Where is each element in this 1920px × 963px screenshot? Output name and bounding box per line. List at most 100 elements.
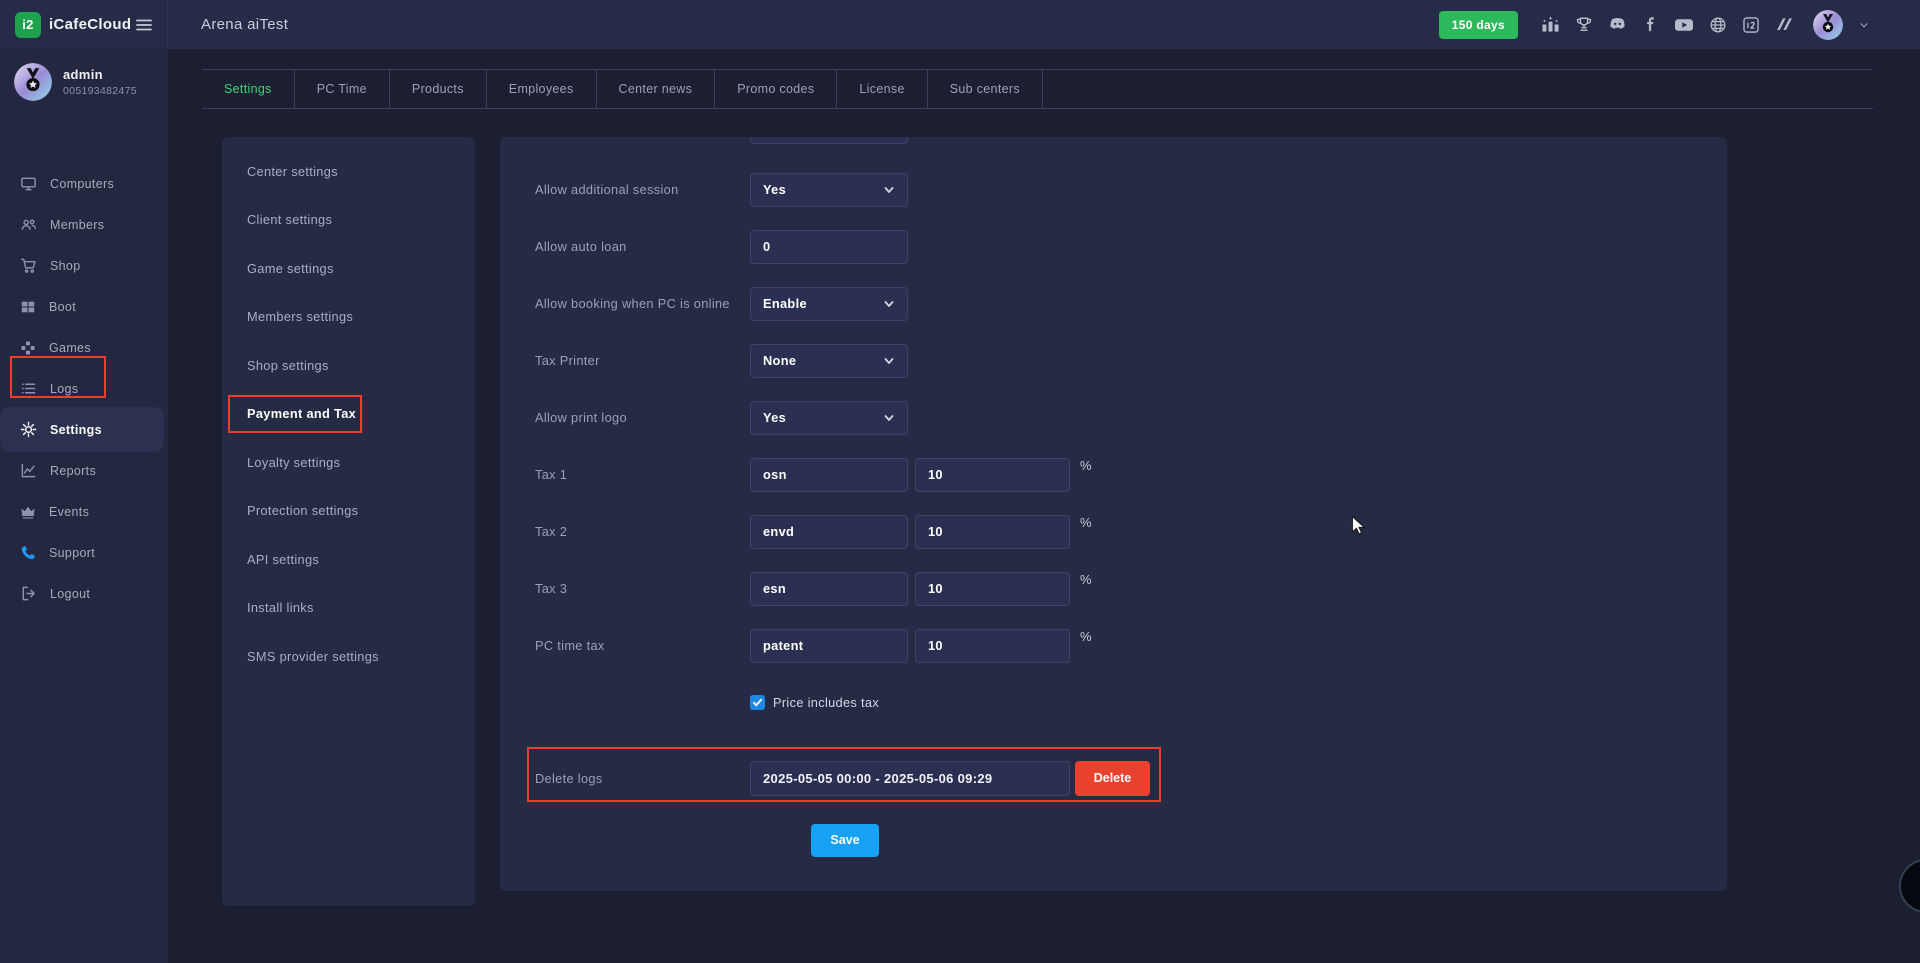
sidebar-item-label: Logs (50, 382, 78, 396)
games-icon (20, 340, 36, 356)
ranking-icon[interactable] (1541, 15, 1560, 34)
facebook-icon[interactable] (1642, 16, 1659, 33)
sidebar-item-boot[interactable]: Boot (0, 286, 168, 327)
sidebar-item-reports[interactable]: Reports (0, 450, 168, 491)
tax-printer-select[interactable]: None (750, 344, 908, 378)
settings-menu-protection-settings[interactable]: Protection settings (222, 487, 475, 536)
avatar[interactable] (1813, 10, 1843, 40)
field-label: Tax 2 (535, 524, 750, 539)
form-row: Allow print logoYes (500, 389, 1727, 446)
chevron-down-icon (883, 184, 895, 196)
allow-additional-session-select[interactable]: Yes (750, 173, 908, 207)
user-block[interactable]: admin 005193482475 (0, 49, 168, 111)
allow-print-logo-select[interactable]: Yes (750, 401, 908, 435)
price-includes-tax-checkbox[interactable] (750, 695, 765, 710)
tax-2-name-input[interactable]: envd (750, 515, 908, 549)
sidebar-item-logs[interactable]: Logs (0, 368, 168, 409)
tax-1-rate-input[interactable]: 10 (915, 458, 1070, 492)
form-row: Tax 3esn10% (500, 560, 1727, 617)
user-name: admin (63, 67, 137, 82)
stripes-icon[interactable] (1775, 15, 1794, 34)
field-label: Allow booking when PC is online (535, 296, 750, 311)
sidebar-item-label: Members (50, 218, 104, 232)
logo-glyph: i2 (22, 17, 33, 32)
sidebar-item-computers[interactable]: Computers (0, 163, 168, 204)
chat-expand-button[interactable] (1899, 859, 1920, 913)
field-label: Tax 1 (535, 467, 750, 482)
chevron-down-icon (883, 298, 895, 310)
settings-submenu-card: Center settingsClient settingsGame setti… (222, 137, 475, 906)
sidebar-item-settings[interactable]: Settings (0, 407, 164, 452)
globe-icon[interactable] (1709, 16, 1727, 34)
cut-off-field[interactable] (750, 137, 908, 144)
pc-time-tax-name-input[interactable]: patent (750, 629, 908, 663)
price-includes-tax-row: Price includes tax (500, 674, 1727, 731)
tax-2-rate-input[interactable]: 10 (915, 515, 1070, 549)
tab-license[interactable]: License (837, 70, 927, 108)
settings-menu-sms-provider-settings[interactable]: SMS provider settings (222, 632, 475, 681)
chevron-down-icon (883, 412, 895, 424)
field-label: Tax 3 (535, 581, 750, 596)
selected-value: Yes (763, 182, 786, 197)
settings-menu-api-settings[interactable]: API settings (222, 535, 475, 584)
trophy-icon[interactable] (1575, 16, 1593, 34)
discord-icon[interactable] (1608, 15, 1627, 34)
tab-settings[interactable]: Settings (202, 70, 295, 108)
delete-logs-range-input[interactable]: 2025-05-05 00:00 - 2025-05-06 09:29 (750, 761, 1070, 796)
tab-sub-centers[interactable]: Sub centers (928, 70, 1043, 108)
chevron-down-icon[interactable] (1858, 19, 1870, 31)
field-label: PC time tax (535, 638, 750, 653)
license-days-badge[interactable]: 150 days (1439, 11, 1518, 39)
settings-menu-payment-and-tax[interactable]: Payment and Tax (222, 390, 475, 439)
selected-value: Yes (763, 410, 786, 425)
sidebar-item-label: Shop (50, 259, 80, 273)
settings-menu-client-settings[interactable]: Client settings (222, 196, 475, 245)
user-avatar (14, 63, 52, 101)
settings-menu-loyalty-settings[interactable]: Loyalty settings (222, 438, 475, 487)
settings-menu-game-settings[interactable]: Game settings (222, 244, 475, 293)
icafecloud-logo[interactable]: i2 (15, 12, 41, 38)
brand-name: iCafeCloud (49, 16, 135, 33)
tab-center-news[interactable]: Center news (597, 70, 716, 108)
youtube-icon[interactable] (1674, 15, 1694, 35)
tab-pc-time[interactable]: PC Time (295, 70, 390, 108)
tax-3-rate-input[interactable]: 10 (915, 572, 1070, 606)
settings-icon (20, 421, 37, 438)
percent-suffix: % (1080, 572, 1092, 587)
sidebar-item-label: Computers (50, 177, 114, 191)
sidebar-item-label: Games (49, 341, 91, 355)
settings-menu-shop-settings[interactable]: Shop settings (222, 341, 475, 390)
sidebar-item-members[interactable]: Members (0, 204, 168, 245)
sidebar-item-events[interactable]: Events (0, 491, 168, 532)
allow-booking-when-pc-is-online-select[interactable]: Enable (750, 287, 908, 321)
sidebar-item-shop[interactable]: Shop (0, 245, 168, 286)
delete-button[interactable]: Delete (1075, 761, 1150, 796)
settings-menu-center-settings[interactable]: Center settings (222, 147, 475, 196)
sidebar-item-logout[interactable]: Logout (0, 573, 168, 614)
form-row: PC time taxpatent10% (500, 617, 1727, 674)
sidebar-item-support[interactable]: Support (0, 532, 168, 573)
tax-1-name-input[interactable]: osn (750, 458, 908, 492)
settings-menu-install-links[interactable]: Install links (222, 584, 475, 633)
hamburger-menu-icon[interactable] (135, 16, 153, 34)
selected-value: None (763, 353, 796, 368)
settings-menu-members-settings[interactable]: Members settings (222, 293, 475, 342)
reports-icon (20, 462, 37, 479)
sidebar-item-games[interactable]: Games (0, 327, 168, 368)
field-label: Allow additional session (535, 182, 750, 197)
percent-suffix: % (1080, 515, 1092, 530)
form-row: Tax 2envd10% (500, 503, 1727, 560)
pc-time-tax-rate-input[interactable]: 10 (915, 629, 1070, 663)
icafecloud-icon[interactable] (1742, 16, 1760, 34)
tab-products[interactable]: Products (390, 70, 487, 108)
tab-employees[interactable]: Employees (487, 70, 597, 108)
allow-auto-loan-input[interactable]: 0 (750, 230, 908, 264)
tax-3-name-input[interactable]: esn (750, 572, 908, 606)
delete-logs-row: Delete logs 2025-05-05 00:00 - 2025-05-0… (500, 743, 1727, 813)
tab-promo-codes[interactable]: Promo codes (715, 70, 837, 108)
logs-icon (20, 380, 37, 397)
form-row: Tax 1osn10% (500, 446, 1727, 503)
user-id: 005193482475 (63, 85, 137, 97)
form-row: Tax PrinterNone (500, 332, 1727, 389)
save-button[interactable]: Save (811, 824, 879, 857)
